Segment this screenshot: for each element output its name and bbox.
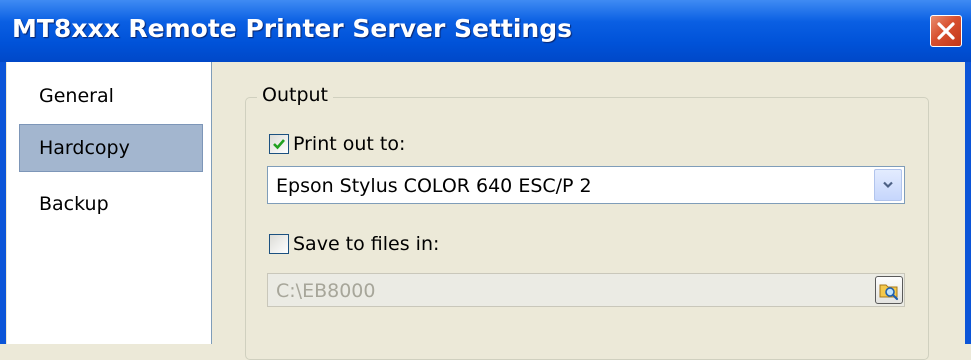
- settings-window: MT8xxx Remote Printer Server Settings Ge…: [0, 0, 971, 360]
- sidebar-item-label: Hardcopy: [39, 137, 130, 159]
- title-bar[interactable]: MT8xxx Remote Printer Server Settings: [0, 0, 971, 62]
- window-frame-right: [965, 62, 971, 344]
- printer-select[interactable]: Epson Stylus COLOR 640 ESC/P 2: [267, 166, 905, 204]
- checkmark-icon: [273, 139, 285, 150]
- chevron-down-icon: [883, 181, 893, 189]
- window-title: MT8xxx Remote Printer Server Settings: [12, 14, 572, 43]
- save-path-value: C:\EB8000: [276, 280, 376, 302]
- browse-folder-button[interactable]: [875, 276, 903, 304]
- print-out-label[interactable]: Print out to:: [293, 133, 405, 155]
- close-button[interactable]: [930, 15, 962, 47]
- save-files-label[interactable]: Save to files in:: [293, 233, 439, 255]
- folder-browse-icon: [879, 284, 899, 301]
- settings-sidebar: General Hardcopy Backup: [7, 62, 212, 344]
- save-path-input[interactable]: C:\EB8000: [267, 273, 905, 307]
- sidebar-item-label: General: [39, 85, 114, 107]
- sidebar-item-general[interactable]: General: [19, 72, 203, 120]
- output-group-label: Output: [257, 84, 333, 106]
- sidebar-item-label: Backup: [39, 193, 109, 215]
- sidebar-item-backup[interactable]: Backup: [19, 180, 203, 228]
- sidebar-item-hardcopy[interactable]: Hardcopy: [19, 124, 203, 172]
- printer-select-value: Epson Stylus COLOR 640 ESC/P 2: [276, 175, 592, 197]
- hardcopy-panel: Output Print out to: Epson Stylus COLOR …: [213, 62, 965, 360]
- close-icon: [937, 22, 955, 40]
- print-out-checkbox[interactable]: [269, 134, 289, 154]
- save-files-checkbox[interactable]: [269, 234, 289, 254]
- printer-dropdown-button[interactable]: [874, 169, 902, 201]
- window-frame-left: [0, 62, 6, 344]
